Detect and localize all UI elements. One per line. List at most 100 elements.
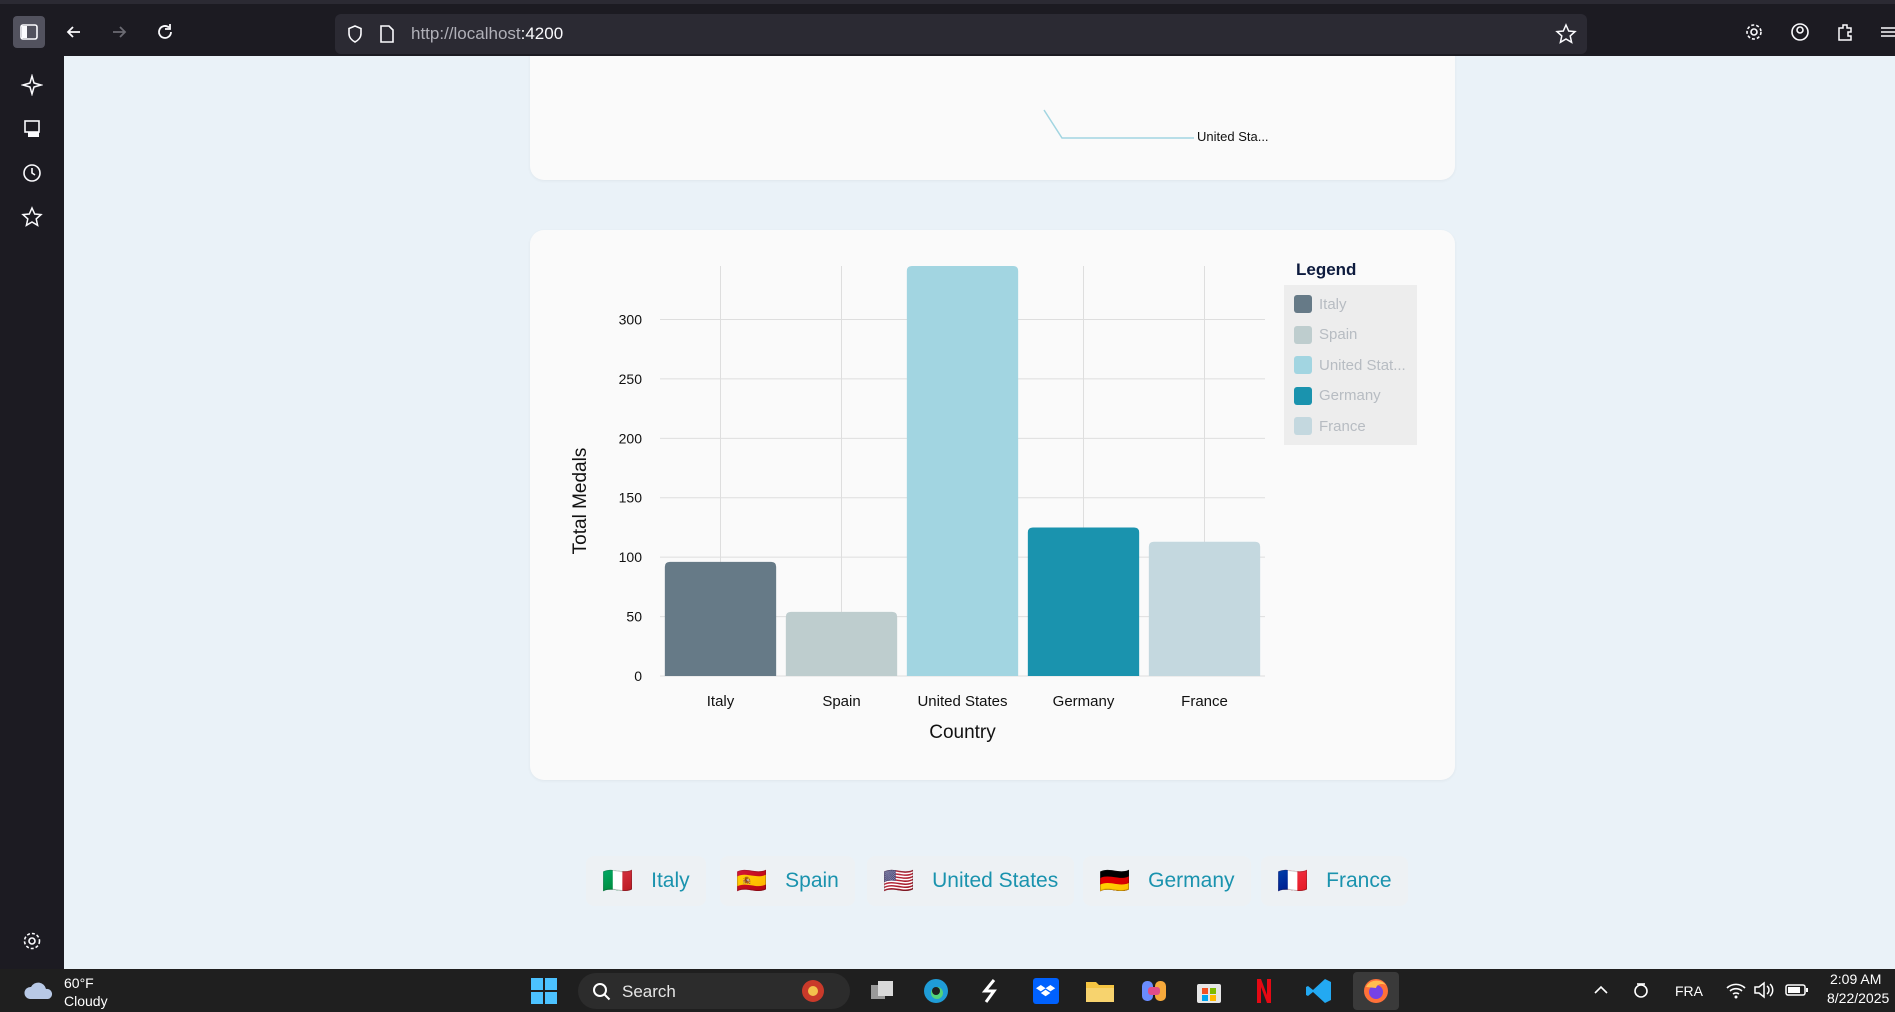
weather-widget[interactable]: 60°F Cloudy — [22, 973, 142, 1009]
y-tick-label: 150 — [619, 490, 643, 506]
battery-icon[interactable] — [1785, 982, 1809, 1003]
cloud-icon — [22, 979, 56, 1008]
search-highlight-icon — [796, 977, 830, 1010]
legend-swatch — [1294, 325, 1312, 344]
menu-icon[interactable] — [1872, 16, 1895, 48]
task-view-icon[interactable] — [866, 975, 898, 1007]
country-button-label: Italy — [651, 869, 690, 892]
y-tick-label: 200 — [619, 430, 643, 446]
copilot-icon[interactable] — [1138, 975, 1170, 1007]
x-axis-label: Country — [929, 722, 996, 743]
country-button-label: Germany — [1148, 869, 1235, 892]
flag-icon: 🇫🇷 — [1277, 866, 1309, 895]
country-button-label: United States — [932, 869, 1059, 892]
tray-chevron-up-icon[interactable] — [1592, 981, 1610, 1004]
x-tick-label: Spain — [822, 693, 860, 710]
search-icon — [592, 982, 612, 1007]
bar-chart: 0 50 100 150 200 250 300 Italy Spain United State… — [570, 266, 1265, 743]
file-explorer-icon[interactable] — [1084, 975, 1116, 1007]
country-button-label: Spain — [785, 869, 839, 892]
y-tick-label: 0 — [634, 668, 642, 684]
weather-condition: Cloudy — [64, 993, 108, 1009]
bar-italy — [664, 561, 777, 676]
url-bar[interactable]: http://localhost:4200 — [335, 14, 1587, 54]
flag-icon: 🇪🇸 — [736, 866, 768, 895]
browser-sidebar — [0, 56, 64, 969]
tray-app-icon[interactable] — [1632, 981, 1650, 1004]
synced-tabs-icon[interactable] — [17, 114, 47, 144]
extensions-icon[interactable] — [1829, 16, 1861, 48]
legend-label: Italy — [1319, 295, 1347, 313]
taskbar-search[interactable]: Search — [578, 973, 850, 1009]
dropbox-icon[interactable] — [1030, 975, 1062, 1007]
legend-label: Germany — [1319, 387, 1381, 404]
flag-icon: 🇺🇸 — [883, 866, 915, 895]
edge-browser-icon[interactable] — [920, 975, 952, 1007]
x-tick-label: Germany — [1053, 693, 1115, 710]
account-icon[interactable] — [1784, 16, 1816, 48]
browser-toolbar: http://localhost:4200 — [0, 0, 1895, 56]
bar-spain — [785, 611, 898, 676]
wifi-icon[interactable] — [1725, 981, 1747, 1004]
x-tick-label: United States — [917, 693, 1007, 710]
search-label: Search — [622, 982, 676, 1001]
page-content: United Sta... 0 50 100 150 200 250 300 Italy Spa… — [64, 56, 1895, 969]
legend-item[interactable]: Spain — [1294, 325, 1357, 345]
y-tick-label: 250 — [619, 371, 643, 387]
x-tick-label: France — [1181, 693, 1228, 710]
x-tick-label: Italy — [707, 693, 735, 710]
country-button-italy[interactable]: 🇮🇹 Italy — [586, 856, 706, 906]
y-tick-label: 100 — [619, 549, 643, 565]
reload-icon[interactable] — [149, 16, 181, 48]
flag-icon: 🇮🇹 — [602, 866, 634, 895]
country-button-spain[interactable]: 🇪🇸 Spain — [720, 856, 855, 906]
sidebar-toggle-icon[interactable] — [13, 16, 45, 48]
weather-temp: 60°F — [64, 975, 94, 991]
history-clock-icon[interactable] — [17, 158, 47, 188]
legend-item[interactable]: Italy — [1294, 294, 1347, 314]
back-icon[interactable] — [58, 16, 90, 48]
legend-label: France — [1319, 417, 1366, 435]
chart-legend: Italy Spain United Stat... Germany France — [1284, 285, 1417, 445]
bar-united-states — [906, 266, 1019, 676]
legend-swatch — [1294, 295, 1312, 313]
y-tick-label: 300 — [619, 311, 643, 327]
clock-date[interactable]: 8/22/2025 — [1827, 990, 1889, 1006]
country-button-france[interactable]: 🇫🇷 France — [1261, 856, 1408, 906]
legend-swatch — [1294, 356, 1312, 374]
country-button-united-states[interactable]: 🇺🇸 United States — [867, 856, 1075, 906]
bookmark-star-icon[interactable] — [1555, 23, 1577, 50]
firefox-icon[interactable] — [1353, 972, 1399, 1010]
netflix-icon[interactable] — [1248, 975, 1280, 1007]
ms-store-icon[interactable] — [1193, 975, 1225, 1007]
bar-germany — [1027, 527, 1140, 676]
legend-title: Legend — [1296, 260, 1357, 279]
legend-item[interactable]: France — [1294, 416, 1366, 436]
legend-swatch — [1294, 417, 1312, 435]
bookmarks-star-icon[interactable] — [17, 202, 47, 232]
volume-icon[interactable] — [1753, 981, 1775, 1004]
flag-icon: 🇩🇪 — [1099, 866, 1131, 895]
sidebar-settings-icon[interactable] — [17, 926, 47, 956]
legend-label: Spain — [1319, 326, 1358, 343]
language-indicator[interactable]: FRA — [1675, 983, 1703, 999]
ai-sparkle-icon[interactable] — [17, 70, 47, 100]
country-button-label: France — [1326, 869, 1392, 892]
legend-item[interactable]: United Stat... — [1294, 355, 1406, 375]
clock-time[interactable]: 2:09 AM — [1830, 971, 1881, 987]
legend-swatch — [1294, 386, 1312, 405]
vscode-icon[interactable] — [1303, 975, 1335, 1007]
url-text: http://localhost:4200 — [411, 24, 564, 43]
forward-icon[interactable] — [103, 16, 135, 48]
country-button-germany[interactable]: 🇩🇪 Germany — [1083, 856, 1251, 906]
start-windows-icon[interactable] — [528, 975, 560, 1007]
y-tick-label: 50 — [626, 609, 642, 625]
legend-item[interactable]: Germany — [1294, 386, 1381, 406]
app-s-icon[interactable] — [974, 975, 1006, 1007]
windows-taskbar: 60°F Cloudy Search FRA 2:09 AM 8/22/2025 — [0, 969, 1895, 1012]
page-info-icon[interactable] — [378, 24, 396, 49]
y-axis-label: Total Medals — [570, 448, 591, 555]
settings-gear-icon[interactable] — [1738, 16, 1770, 48]
bar-france — [1148, 541, 1261, 676]
shield-icon[interactable] — [345, 24, 365, 49]
